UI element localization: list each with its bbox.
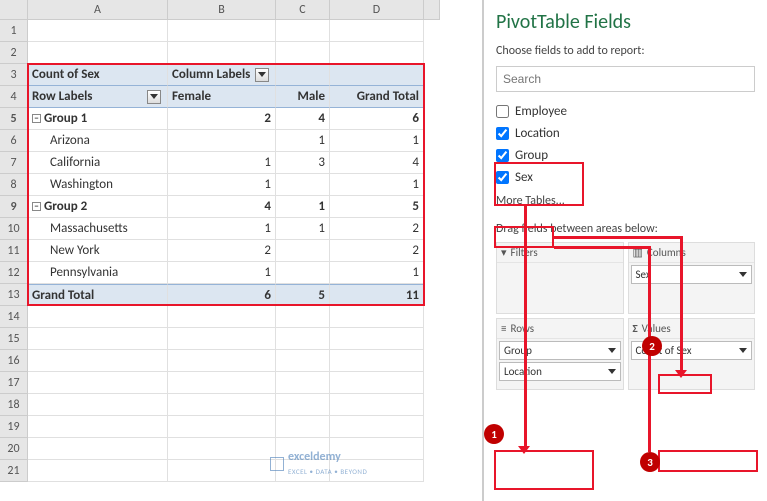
area-columns[interactable]: ▥Columns Sex [628, 242, 756, 314]
row-header[interactable]: 19 [0, 416, 28, 438]
row-header[interactable]: 17 [0, 372, 28, 394]
row-header[interactable]: 18 [0, 394, 28, 416]
area-filters[interactable]: ▾Filters [496, 242, 624, 314]
rows-icon: ≡ [501, 322, 506, 335]
col-male[interactable]: Male [276, 86, 330, 108]
field-location[interactable]: Location [496, 122, 755, 144]
state-california[interactable]: California [28, 152, 168, 174]
pill-location[interactable]: Location [499, 362, 621, 381]
column-header-D[interactable]: D [330, 0, 424, 20]
row-header[interactable]: 12 [0, 262, 28, 284]
annotation-box-values-pill [658, 450, 758, 472]
row-header[interactable]: 10 [0, 218, 28, 240]
annotation-arrow [554, 246, 650, 249]
annotation-box-rows-pills [494, 450, 594, 490]
group-1-row[interactable]: −Group 1 [28, 108, 168, 130]
more-tables-link[interactable]: More Tables... [496, 194, 755, 208]
sigma-icon: Σ [633, 322, 638, 335]
chevron-down-icon[interactable] [608, 369, 616, 374]
row-header[interactable]: 1 [0, 20, 28, 42]
arrow-head-icon [675, 370, 687, 378]
row-header[interactable]: 14 [0, 306, 28, 328]
spreadsheet-grid: A B C D 1 2 3 Count of Sex Column Labels… [0, 0, 483, 501]
field-employee[interactable]: Employee [496, 100, 755, 122]
drag-areas-label: Drag fields between areas below: [496, 222, 755, 236]
row-labels-dropdown-icon[interactable] [147, 90, 161, 104]
pivot-column-labels[interactable]: Column Labels [168, 64, 276, 86]
checkbox-icon[interactable] [496, 171, 509, 184]
row-header[interactable]: 9 [0, 196, 28, 218]
annotation-badge-1: 1 [484, 424, 504, 444]
annotation-badge-2: 2 [642, 336, 662, 356]
state-massachusetts[interactable]: Massachusetts [28, 218, 168, 240]
pivot-count-header[interactable]: Count of Sex [28, 64, 168, 86]
filter-icon: ▾ [501, 246, 507, 259]
select-all-corner[interactable] [0, 0, 28, 20]
state-arizona[interactable]: Arizona [28, 130, 168, 152]
state-washington[interactable]: Washington [28, 174, 168, 196]
col-female[interactable]: Female [168, 86, 276, 108]
column-header-B[interactable]: B [168, 0, 276, 20]
row-header[interactable]: 20 [0, 438, 28, 460]
row-header[interactable]: 11 [0, 240, 28, 262]
collapse-icon[interactable]: − [32, 114, 41, 123]
checkbox-icon[interactable] [496, 127, 509, 140]
annotation-arrow [524, 206, 527, 448]
arrow-head-icon [518, 446, 530, 454]
row-header[interactable]: 2 [0, 42, 28, 64]
row-header[interactable]: 5 [0, 108, 28, 130]
column-header-A[interactable]: A [28, 0, 168, 20]
column-headers-row: A B C D [0, 0, 482, 20]
row-header[interactable]: 6 [0, 130, 28, 152]
watermark: exceldemy EXCEL • DATA • BEYOND [270, 450, 367, 478]
row-header[interactable]: 15 [0, 328, 28, 350]
pane-title: PivotTable Fields [496, 10, 755, 34]
chevron-down-icon[interactable] [739, 272, 747, 277]
col-grand-total[interactable]: Grand Total [330, 86, 424, 108]
chevron-down-icon[interactable] [608, 348, 616, 353]
column-header-gutter [424, 0, 440, 20]
row-header[interactable]: 21 [0, 460, 28, 482]
row-header[interactable]: 4 [0, 86, 28, 108]
grand-total-row[interactable]: Grand Total [28, 284, 168, 306]
checkbox-icon[interactable] [496, 105, 509, 118]
pivot-row-labels[interactable]: Row Labels [28, 86, 168, 108]
row-header[interactable]: 3 [0, 64, 28, 86]
annotation-arrow [680, 236, 683, 372]
pivot-fields-pane: PivotTable Fields Choose fields to add t… [483, 0, 767, 501]
collapse-icon[interactable]: − [32, 202, 41, 211]
row-header[interactable]: 8 [0, 174, 28, 196]
checkbox-icon[interactable] [496, 149, 509, 162]
annotation-badge-3: 3 [640, 452, 660, 472]
search-input[interactable] [496, 66, 755, 92]
field-sex[interactable]: Sex [496, 166, 755, 188]
column-header-C[interactable]: C [276, 0, 330, 20]
area-rows[interactable]: ≡Rows Group Location [496, 318, 624, 390]
group-2-row[interactable]: −Group 2 [28, 196, 168, 218]
row-header[interactable]: 16 [0, 350, 28, 372]
column-labels-dropdown-icon[interactable] [255, 68, 269, 82]
row-header[interactable]: 13 [0, 284, 28, 306]
row-header[interactable]: 7 [0, 152, 28, 174]
annotation-arrow [554, 236, 682, 239]
pill-group[interactable]: Group [499, 341, 621, 360]
state-newyork[interactable]: New York [28, 240, 168, 262]
chevron-down-icon[interactable] [739, 348, 747, 353]
pane-subtitle: Choose fields to add to report: [496, 44, 755, 58]
field-group[interactable]: Group [496, 144, 755, 166]
watermark-icon [270, 457, 284, 471]
state-pennsylvania[interactable]: Pennsylvania [28, 262, 168, 284]
